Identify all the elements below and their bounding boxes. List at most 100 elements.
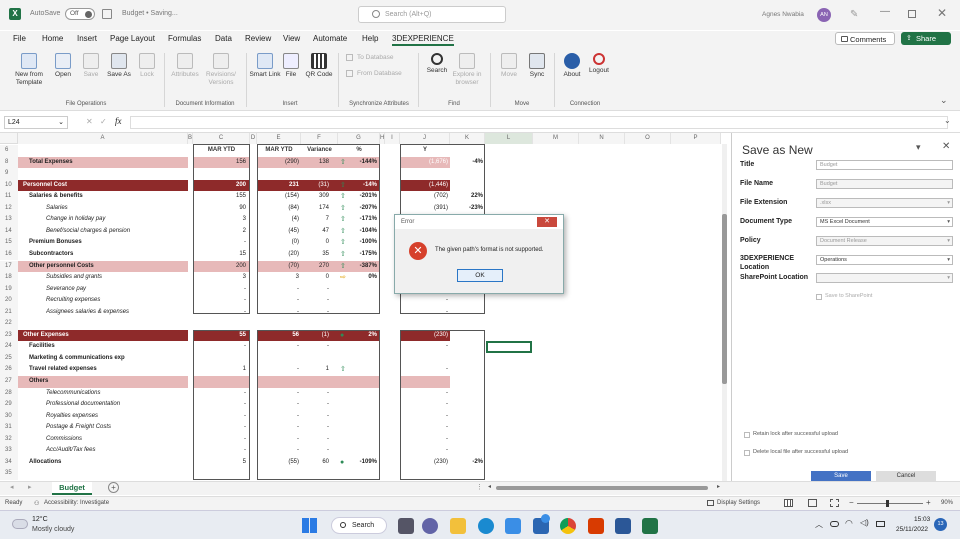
row-label[interactable]: Travel related expenses [29, 364, 188, 376]
row-header[interactable]: 22 [0, 318, 18, 330]
row-label[interactable] [23, 318, 188, 330]
row-header[interactable]: 15 [0, 237, 18, 249]
user-name[interactable]: Agnes Nwabia [762, 11, 804, 18]
edge-browser-icon[interactable] [478, 518, 494, 534]
scroll-left-icon[interactable]: ◂ [488, 483, 491, 490]
file-name-field[interactable]: Budget [816, 179, 953, 189]
row-label[interactable]: Change in holiday pay [46, 214, 188, 226]
logout-button[interactable]: Logout [582, 53, 616, 75]
row-header[interactable]: 24 [0, 341, 18, 353]
row-label[interactable] [23, 168, 188, 180]
close-icon[interactable]: ✕ [937, 6, 947, 20]
pane-options-icon[interactable]: ▾ [916, 142, 921, 153]
row-label[interactable]: Personnel Cost [23, 180, 188, 192]
taskbar-search[interactable]: Search [331, 517, 387, 534]
row-header[interactable]: 34 [0, 456, 18, 469]
row-label[interactable]: Royalties expenses [46, 411, 188, 423]
restore-icon[interactable] [908, 10, 916, 18]
document-type-select[interactable]: MS Excel Document ▾ [816, 217, 953, 227]
menu-formulas[interactable]: Formulas [168, 34, 201, 43]
weather-temp[interactable]: 12°C [32, 516, 48, 523]
3dexperience-location-select[interactable]: Operations ▾ [816, 255, 953, 265]
column-header-p[interactable]: P [671, 133, 721, 144]
task-view-icon[interactable] [398, 518, 414, 534]
column-header-g[interactable]: G [338, 133, 380, 144]
horizontal-scroll-thumb[interactable] [496, 486, 708, 490]
dialog-close-button[interactable]: ✕ [537, 217, 557, 227]
name-box[interactable]: L24 ⌄ [4, 116, 68, 129]
cell-percent[interactable] [348, 318, 377, 330]
avatar[interactable]: AN [817, 8, 831, 22]
row-header[interactable]: 26 [0, 364, 18, 376]
clock-time[interactable]: 15:03 [914, 516, 930, 523]
row-header[interactable]: 9 [0, 168, 18, 180]
row-header[interactable]: 12 [0, 202, 18, 215]
row-label[interactable]: Severance pay [46, 284, 188, 296]
column-header-k[interactable]: K [450, 133, 485, 144]
document-title[interactable]: Budget • Saving... [122, 10, 178, 17]
row-header[interactable]: 6 [0, 145, 18, 157]
column-header-e[interactable]: E [257, 133, 301, 144]
row-header[interactable]: 17 [0, 260, 18, 272]
tab-scroll-left-icon[interactable]: ◂ [10, 483, 14, 491]
row-header[interactable]: 21 [0, 306, 18, 319]
terminal-icon[interactable] [615, 518, 631, 534]
selected-cell[interactable] [486, 341, 532, 353]
zoom-in-icon[interactable]: + [926, 498, 931, 507]
to-database-button[interactable]: To Database [357, 54, 394, 61]
share-button[interactable]: ⇪ Share [901, 32, 951, 45]
horizontal-scrollbar[interactable]: ◂ ▸ [488, 483, 720, 491]
row-label[interactable]: Subsidies and grants [46, 272, 188, 284]
row-header[interactable]: 20 [0, 295, 18, 307]
column-header-c[interactable]: C [193, 133, 250, 144]
pane-close-icon[interactable]: ✕ [942, 141, 950, 152]
display-settings[interactable]: Display Settings [717, 500, 760, 506]
row-header[interactable]: 28 [0, 387, 18, 400]
excel-taskbar-icon[interactable] [642, 518, 658, 534]
menu-3dexperience[interactable]: 3DEXPERIENCE [392, 34, 454, 46]
policy-select[interactable]: Document Release ▾ [816, 236, 953, 246]
pen-icon[interactable]: ✎ [850, 9, 858, 20]
column-header-n[interactable]: N [579, 133, 625, 144]
wifi-icon[interactable]: ◠ [845, 518, 853, 529]
ok-button[interactable]: OK [457, 269, 503, 282]
expand-formula-icon[interactable]: ⌄ [944, 116, 951, 125]
accessibility-status[interactable]: Accessibility: Investigate [44, 500, 109, 506]
zoom-slider[interactable] [857, 500, 923, 507]
row-header[interactable]: 29 [0, 399, 18, 411]
column-header-a[interactable]: A [18, 133, 188, 144]
column-header-j[interactable]: J [400, 133, 450, 144]
tab-scroll-right-icon[interactable]: ▸ [28, 483, 32, 491]
row-label[interactable]: Other Expenses [23, 330, 188, 342]
row-header[interactable]: 10 [0, 179, 18, 192]
tray-chevron-icon[interactable]: ︿ [815, 519, 823, 530]
notification-badge[interactable]: 13 [934, 518, 947, 531]
row-label[interactable]: Professional documentation [46, 399, 188, 411]
formula-input[interactable] [130, 116, 948, 129]
row-header[interactable]: 27 [0, 376, 18, 388]
row-header[interactable]: 8 [0, 156, 18, 169]
row-label[interactable]: Total Expenses [29, 157, 188, 169]
menu-insert[interactable]: Insert [77, 34, 97, 43]
row-header[interactable]: 18 [0, 272, 18, 284]
row-header[interactable]: 33 [0, 445, 18, 457]
cell-variance-percent[interactable] [450, 318, 483, 330]
row-label[interactable]: Other personnel Costs [29, 261, 188, 273]
column-header-i[interactable]: I [385, 133, 400, 144]
new-from-template-button[interactable]: New from Template [10, 53, 48, 87]
row-label[interactable]: Benef/social charges & pension [46, 226, 188, 238]
row-label[interactable] [23, 145, 188, 157]
menu-page-layout[interactable]: Page Layout [110, 34, 155, 43]
row-header[interactable]: 11 [0, 191, 18, 203]
microsoft-store-icon[interactable] [505, 518, 521, 534]
row-label[interactable]: Recruiting expenses [46, 295, 188, 307]
row-header[interactable]: 19 [0, 283, 18, 296]
save-icon[interactable] [102, 9, 112, 19]
row-label[interactable]: Salaries [46, 203, 188, 215]
insert-function-icon[interactable]: fx [115, 116, 122, 126]
row-label[interactable] [23, 468, 188, 480]
row-header[interactable]: 13 [0, 214, 18, 226]
row-label[interactable]: Subcontractors [29, 249, 188, 261]
search-box[interactable]: Search (Alt+Q) [358, 6, 506, 23]
delete-local-checkbox[interactable] [744, 450, 750, 456]
